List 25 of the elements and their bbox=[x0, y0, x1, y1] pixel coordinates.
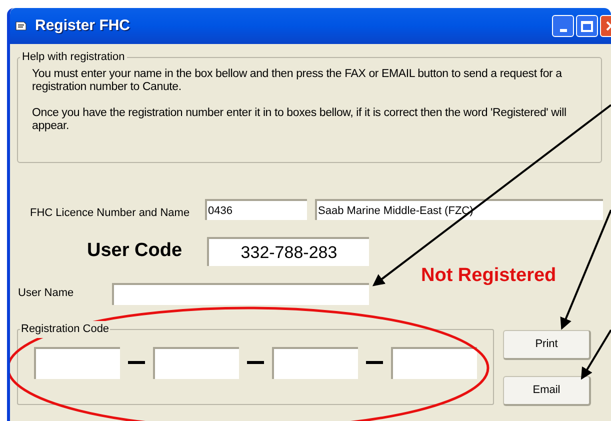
licence-label: FHC Licence Number and Name bbox=[30, 206, 190, 221]
help-paragraph: Once you have the registration number enter it in to boxes bellow, if it is correct then the word 'Registered' will appear. bbox=[32, 106, 568, 132]
code-field[interactable] bbox=[153, 346, 239, 378]
group-title: Registration Code bbox=[20, 321, 110, 338]
dash-mark bbox=[366, 361, 383, 364]
dash-mark bbox=[128, 361, 145, 364]
action-button[interactable]: Email bbox=[503, 376, 591, 406]
user-name-field[interactable] bbox=[112, 283, 369, 305]
group-title: Help with registration bbox=[21, 50, 126, 65]
registration-status: Not Registered bbox=[421, 264, 556, 288]
code-field[interactable] bbox=[34, 346, 120, 378]
action-button[interactable]: Print bbox=[503, 330, 591, 360]
help-paragraph: You must enter your name in the box bellow and then press the FAX or EMAIL button to send a request for a registration number to Canute. bbox=[32, 68, 563, 94]
licence-number-field[interactable]: 0436 bbox=[205, 199, 307, 220]
code-field[interactable] bbox=[272, 346, 358, 378]
minimize-button[interactable] bbox=[552, 15, 574, 37]
user-code-field[interactable]: 332-788-283 bbox=[207, 237, 369, 266]
licence-name-field[interactable]: Saab Marine Middle-East (FZC) bbox=[315, 199, 603, 220]
window-title: Register FHC bbox=[35, 16, 130, 36]
user-code-label: User Code bbox=[87, 239, 182, 263]
code-field[interactable] bbox=[391, 346, 477, 378]
maximize-button[interactable] bbox=[576, 15, 598, 37]
window-icon bbox=[15, 20, 27, 32]
dash-mark bbox=[247, 361, 264, 364]
user-name-label: User Name bbox=[18, 286, 74, 301]
